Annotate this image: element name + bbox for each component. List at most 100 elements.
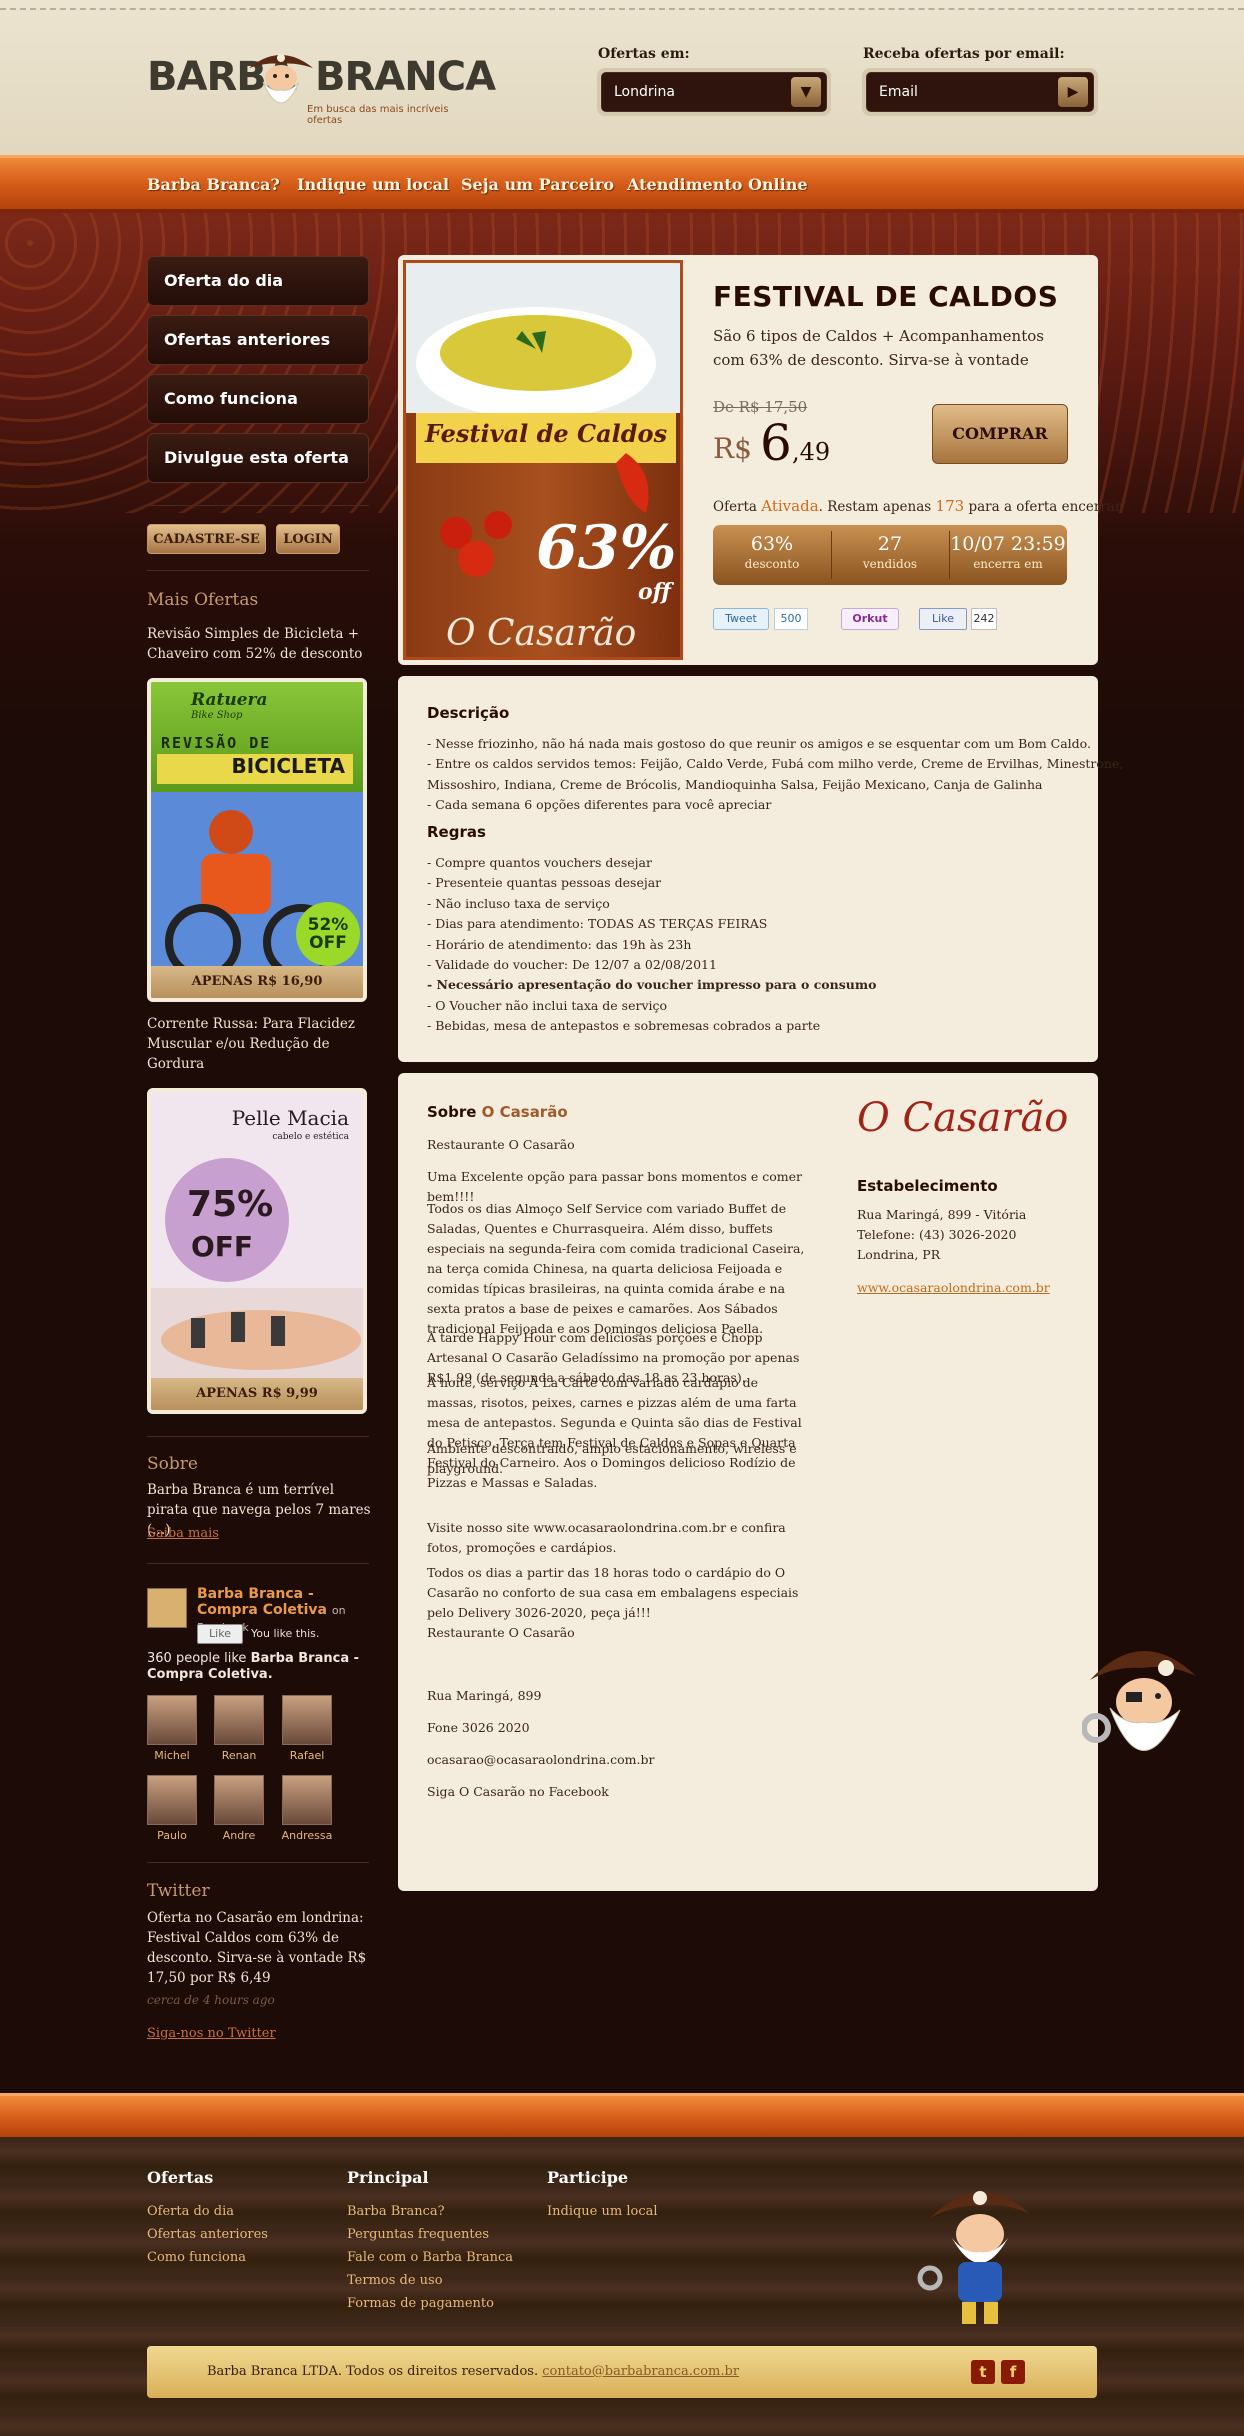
stat-ends-label: encerra em xyxy=(973,557,1043,571)
body-photo xyxy=(151,1288,363,1378)
fb-like-button[interactable]: Like xyxy=(919,608,967,630)
offer-2-title[interactable]: Corrente Russa: Para Flacidez Muscular e… xyxy=(147,1014,372,1074)
fan-avatar[interactable] xyxy=(147,1695,197,1745)
footer-link[interactable]: Como funciona xyxy=(147,2250,246,2265)
description-line: Missoshiro, Indiana, Creme de Brócolis, … xyxy=(427,776,1043,792)
email-field[interactable]: Email ▶ xyxy=(862,68,1098,116)
copyright-text: Barba Branca LTDA. Todos os direitos res… xyxy=(207,2364,539,2379)
divider xyxy=(147,570,369,571)
divider xyxy=(147,1436,369,1437)
fan-name[interactable]: Andressa xyxy=(272,1829,342,1842)
chevron-down-icon[interactable]: ▼ xyxy=(791,77,821,107)
footer-link[interactable]: Barba Branca? xyxy=(347,2204,445,2219)
footer-link[interactable]: Perguntas frequentes xyxy=(347,2227,489,2242)
establishment-address: Rua Maringá, 899 - Vitória xyxy=(857,1207,1027,1222)
footer-link[interactable]: Formas de pagamento xyxy=(347,2296,494,2311)
sidebar-oferta-do-dia[interactable]: Oferta do dia xyxy=(147,256,369,306)
email-label: Receba ofertas por email: xyxy=(863,46,1065,62)
description-title: Descrição xyxy=(427,704,510,722)
twitter-follow-link[interactable]: Siga-nos no Twitter xyxy=(147,2026,276,2041)
tweet-button[interactable]: Tweet xyxy=(713,608,769,630)
offer-2-image[interactable]: Pelle Macia cabelo e estética 75% OFF AP… xyxy=(147,1088,367,1414)
rule-line: - Bebidas, mesa de antepastos e sobremes… xyxy=(427,1018,821,1034)
facebook-page-avatar[interactable] xyxy=(147,1588,187,1628)
login-button[interactable]: LOGIN xyxy=(276,524,340,554)
facebook-icon[interactable]: f xyxy=(1001,2360,1025,2384)
footer-col2-title: Principal xyxy=(347,2168,429,2187)
establishment-site-link[interactable]: www.ocasaraolondrina.com.br xyxy=(857,1280,1050,1295)
nav-parceiro[interactable]: Seja um Parceiro xyxy=(461,175,614,194)
fan-name[interactable]: Paulo xyxy=(137,1829,207,1842)
email-placeholder: Email xyxy=(879,84,918,100)
logo-word-2: BRANCA xyxy=(315,54,496,100)
contact-email-link[interactable]: contato@barbabranca.com.br xyxy=(542,2364,739,2379)
deal-image[interactable]: Festival de Caldos 63% off O Casarão xyxy=(403,260,683,660)
sidebar-divulgue[interactable]: Divulgue esta oferta xyxy=(147,433,369,483)
fan-name[interactable]: Rafael xyxy=(272,1749,342,1762)
nav-indique[interactable]: Indique um local xyxy=(297,175,449,194)
tweet-time: cerca de 4 hours ago xyxy=(147,1993,275,2007)
offer-2-price: APENAS R$ 9,99 xyxy=(151,1378,363,1410)
deal-description: São 6 tipos de Caldos + Acompanhamentos … xyxy=(713,327,1044,369)
footer-link[interactable]: Oferta do dia xyxy=(147,2204,234,2219)
fan-name[interactable]: Andre xyxy=(204,1829,274,1842)
rule-line: - Dias para atendimento: TODAS AS TERÇAS… xyxy=(427,916,768,932)
establishment-city: Londrina, PR xyxy=(857,1247,941,1262)
footer-col1-title: Ofertas xyxy=(147,2168,214,2187)
fan-avatar[interactable] xyxy=(214,1775,264,1825)
city-select[interactable]: Londrina ▼ xyxy=(597,68,831,116)
establishment-phone: Telefone: (43) 3026-2020 xyxy=(857,1227,1017,1242)
more-offers-title: Mais Ofertas xyxy=(147,590,259,610)
nav-atendimento[interactable]: Atendimento Online xyxy=(627,175,808,194)
orkut-button[interactable]: Orkut xyxy=(841,608,899,630)
fan-avatar[interactable] xyxy=(282,1775,332,1825)
footer-link[interactable]: Indique um local xyxy=(547,2204,658,2219)
rule-line: - Presenteie quantas pessoas desejar xyxy=(427,875,662,891)
about-paragraph: Siga O Casarão no Facebook xyxy=(427,1784,609,1799)
rule-line: - Horário de atendimento: das 19h às 23h xyxy=(427,936,692,952)
footer-link[interactable]: Termos de uso xyxy=(347,2273,443,2288)
fan-name[interactable]: Michel xyxy=(137,1749,207,1762)
deal-image-pct: 63% xyxy=(536,513,677,583)
description-list: - Nesse friozinho, não há nada mais gost… xyxy=(427,734,1123,816)
stat-ends: 10/07 23:59 encerra em xyxy=(949,525,1067,585)
orkut-label: Orkut xyxy=(852,612,888,625)
about-link[interactable]: Saiba mais xyxy=(147,1526,219,1541)
fan-name[interactable]: Renan xyxy=(204,1749,274,1762)
rule-line: - O Voucher não inclui taxa de serviço xyxy=(427,997,668,1013)
sidebar-como-funciona[interactable]: Como funciona xyxy=(147,374,369,424)
buy-button[interactable]: COMPRAR xyxy=(932,404,1068,464)
deal-status: Oferta Ativada. Restam apenas 173 para a… xyxy=(713,497,1124,515)
twitter-icon[interactable]: t xyxy=(971,2360,995,2384)
deal-image-title: Festival de Caldos xyxy=(424,419,668,448)
stat-discount-label: desconto xyxy=(744,557,800,571)
fan-avatar[interactable] xyxy=(214,1695,264,1745)
offer-1-head1: REVISÃO DE xyxy=(161,734,272,752)
about-title-name: O Casarão xyxy=(481,1103,568,1121)
facebook-like-button[interactable]: Like xyxy=(197,1624,243,1644)
footer-band xyxy=(0,2093,1244,2137)
stat-sold: 27 vendidos xyxy=(831,525,949,585)
offer-1-image[interactable]: Ratuera Bike Shop REVISÃO DE BICICLETA 5… xyxy=(147,678,367,1002)
fan-avatar[interactable] xyxy=(147,1775,197,1825)
stat-discount-value: 63% xyxy=(750,533,794,555)
fan-avatar[interactable] xyxy=(282,1695,332,1745)
establishment-info: Rua Maringá, 899 - Vitória Telefone: (43… xyxy=(857,1205,1026,1265)
about-title-pre: Sobre xyxy=(427,1103,477,1121)
offer-1-title[interactable]: Revisão Simples de Bicicleta + Chaveiro … xyxy=(147,624,372,664)
site-logo[interactable]: BARBA BRANCA Em busca das mais incríveis… xyxy=(147,44,496,126)
deal-stats: 63% desconto 27 vendidos 10/07 23:59 enc… xyxy=(713,525,1067,585)
pirate-footer-icon xyxy=(917,2191,1030,2324)
rules-list: - Compre quantos vouchers desejar - Prese… xyxy=(427,853,876,1037)
footer-link[interactable]: Ofertas anteriores xyxy=(147,2227,268,2242)
tweet-label: Tweet xyxy=(725,612,757,625)
footer-link[interactable]: Fale com o Barba Branca xyxy=(347,2250,513,2265)
divider xyxy=(147,505,369,506)
email-submit-button[interactable]: ▶ xyxy=(1058,77,1088,107)
status-pre: Oferta xyxy=(713,499,757,515)
signup-button[interactable]: CADASTRE-SE xyxy=(147,524,266,554)
nav-barba-branca[interactable]: Barba Branca? xyxy=(147,175,280,194)
copyright: Barba Branca LTDA. Todos os direitos res… xyxy=(207,2364,739,2379)
sidebar-ofertas-anteriores[interactable]: Ofertas anteriores xyxy=(147,315,369,365)
facebook-page-name-text: Barba Branca - Compra Coletiva xyxy=(197,1586,327,1618)
